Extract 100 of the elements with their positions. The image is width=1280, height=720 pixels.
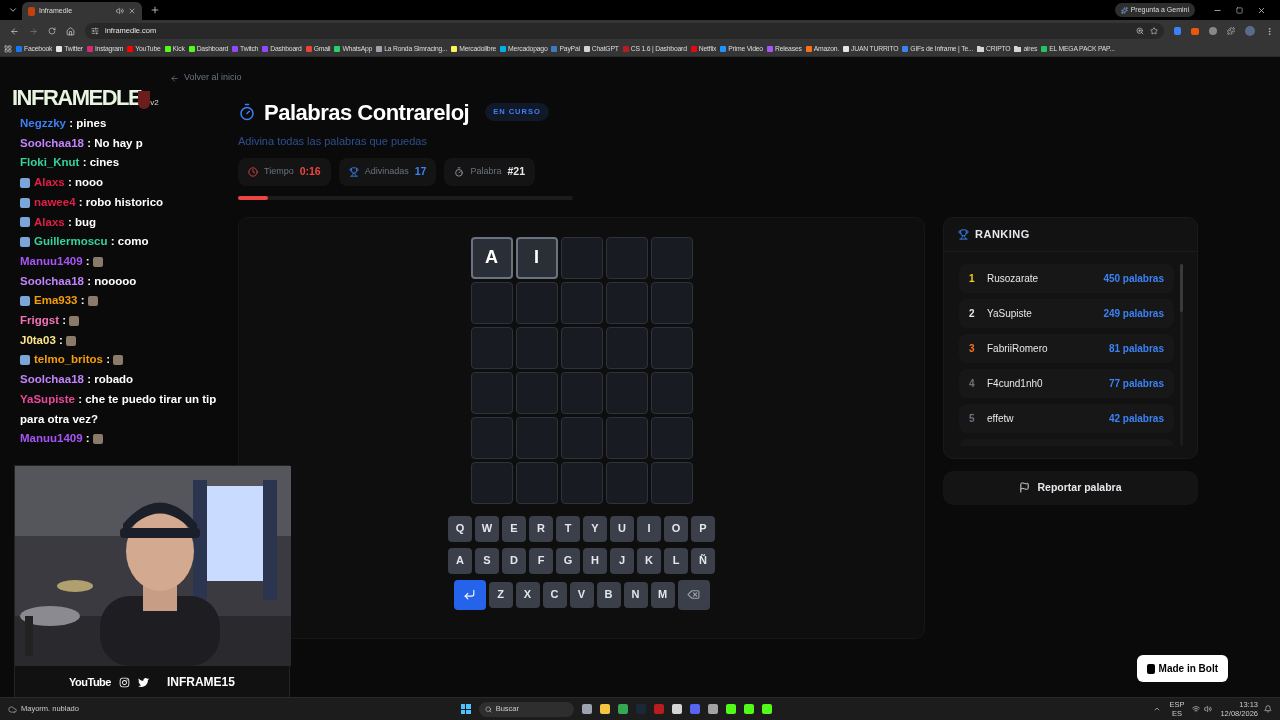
player-name: effetw [987, 411, 1015, 426]
board-cell [470, 326, 513, 369]
key[interactable]: Q [448, 515, 472, 542]
board-cell [650, 416, 693, 459]
taskbar-app-icon[interactable] [599, 704, 610, 714]
player-name: FabriiRomero [987, 341, 1049, 356]
stopwatch-icon [238, 103, 256, 121]
instagram-icon [118, 676, 130, 688]
maximize-icon[interactable] [1236, 6, 1243, 14]
key[interactable]: U [610, 515, 634, 542]
key[interactable]: D [502, 547, 526, 574]
key[interactable]: T [556, 515, 580, 542]
windows-start-icon[interactable] [460, 704, 471, 714]
chat-separator: : [67, 176, 72, 189]
board-cell [515, 326, 558, 369]
backspace-key[interactable] [677, 579, 710, 610]
bookmark-star-icon[interactable] [1150, 27, 1158, 35]
key[interactable]: N [623, 581, 648, 608]
tray-chevron-icon[interactable] [1153, 705, 1162, 713]
enter-key[interactable] [453, 579, 486, 610]
key[interactable]: B [596, 581, 621, 608]
extension-icon[interactable] [1209, 27, 1217, 35]
key[interactable]: P [691, 515, 715, 542]
chat-line: Negzzky : pines [20, 116, 108, 131]
key[interactable]: A [448, 547, 472, 574]
board-cell [515, 416, 558, 459]
board-cell [470, 281, 513, 324]
weather-icon[interactable] [8, 704, 17, 714]
apps-icon[interactable] [4, 45, 12, 53]
back-icon[interactable] [10, 26, 19, 36]
key[interactable]: O [664, 515, 688, 542]
key[interactable]: Ñ [691, 547, 715, 574]
new-tab-icon[interactable] [150, 5, 160, 15]
key[interactable]: J [610, 547, 634, 574]
stat-label: Palabra [470, 164, 502, 178]
channel-handle: INFRAME15 [166, 674, 235, 691]
emote-icon [69, 316, 80, 326]
extensions-icon[interactable] [1227, 27, 1235, 35]
key[interactable]: K [637, 547, 661, 574]
board-cell [515, 371, 558, 414]
home-icon[interactable] [66, 26, 75, 36]
emote-icon [87, 296, 98, 307]
site-info-icon [91, 27, 99, 35]
stat-value: 0:16 [299, 163, 321, 179]
report-button[interactable]: Reportar palabra [943, 470, 1198, 505]
close-icon[interactable] [1257, 5, 1266, 15]
back-link[interactable]: Volver al inicio [170, 71, 1280, 85]
board-cell [515, 461, 558, 504]
key[interactable]: I [637, 515, 661, 542]
taskbar-app-icon[interactable] [581, 704, 592, 714]
stream-logo: INFRAMEDLE [12, 87, 142, 109]
taskbar-app-icon[interactable] [617, 704, 628, 714]
emote-icon [66, 335, 77, 346]
speaker-icon[interactable] [116, 7, 124, 15]
key[interactable]: Z [488, 581, 513, 608]
zoom-icon[interactable] [1136, 27, 1144, 35]
youtube-label: YouTube [69, 674, 111, 690]
taskbar-app-icon[interactable] [707, 704, 718, 714]
extension-icon[interactable] [1191, 27, 1199, 35]
flag-icon [1019, 482, 1031, 493]
key[interactable]: E [502, 515, 526, 542]
taskbar-app-icon[interactable] [743, 704, 754, 714]
player-score: 81 palabras [1108, 341, 1164, 356]
twitter-icon [137, 676, 149, 688]
volume-icon[interactable] [1204, 705, 1213, 713]
board-cell [605, 281, 648, 324]
key[interactable]: G [556, 547, 580, 574]
notification-icon[interactable] [1264, 705, 1272, 713]
key[interactable]: R [529, 515, 553, 542]
key[interactable]: V [569, 581, 594, 608]
board-cell [560, 371, 603, 414]
tab-list-icon[interactable] [8, 5, 18, 15]
backspace-icon [687, 588, 700, 601]
back-arrow-icon [170, 73, 179, 83]
key[interactable]: X [515, 581, 540, 608]
key[interactable]: Y [583, 515, 607, 542]
board-cell: A [470, 236, 513, 279]
board-cell [605, 461, 648, 504]
key[interactable]: W [475, 515, 499, 542]
sparkle-icon [1120, 6, 1128, 14]
key[interactable]: F [529, 547, 553, 574]
key[interactable]: H [583, 547, 607, 574]
reload-icon[interactable] [48, 27, 56, 35]
close-icon[interactable] [128, 7, 136, 15]
chat-message: bug [74, 215, 96, 228]
key[interactable]: M [650, 581, 675, 608]
key[interactable]: C [542, 581, 567, 608]
key[interactable]: L [664, 547, 688, 574]
taskbar-app-icon[interactable] [725, 704, 736, 714]
taskbar-app-icon[interactable] [671, 704, 682, 714]
menu-icon[interactable] [1265, 26, 1274, 36]
board-cell [560, 326, 603, 369]
board-cell [605, 371, 648, 414]
chat-username: Manuu1409 [20, 432, 83, 445]
board-cell [515, 281, 558, 324]
key[interactable]: S [475, 547, 499, 574]
chat-username: telmo_britos [34, 353, 103, 366]
chat-message: nooo [74, 176, 104, 189]
taskbar-app-icon[interactable] [761, 704, 772, 714]
network-icon[interactable] [1192, 705, 1201, 713]
